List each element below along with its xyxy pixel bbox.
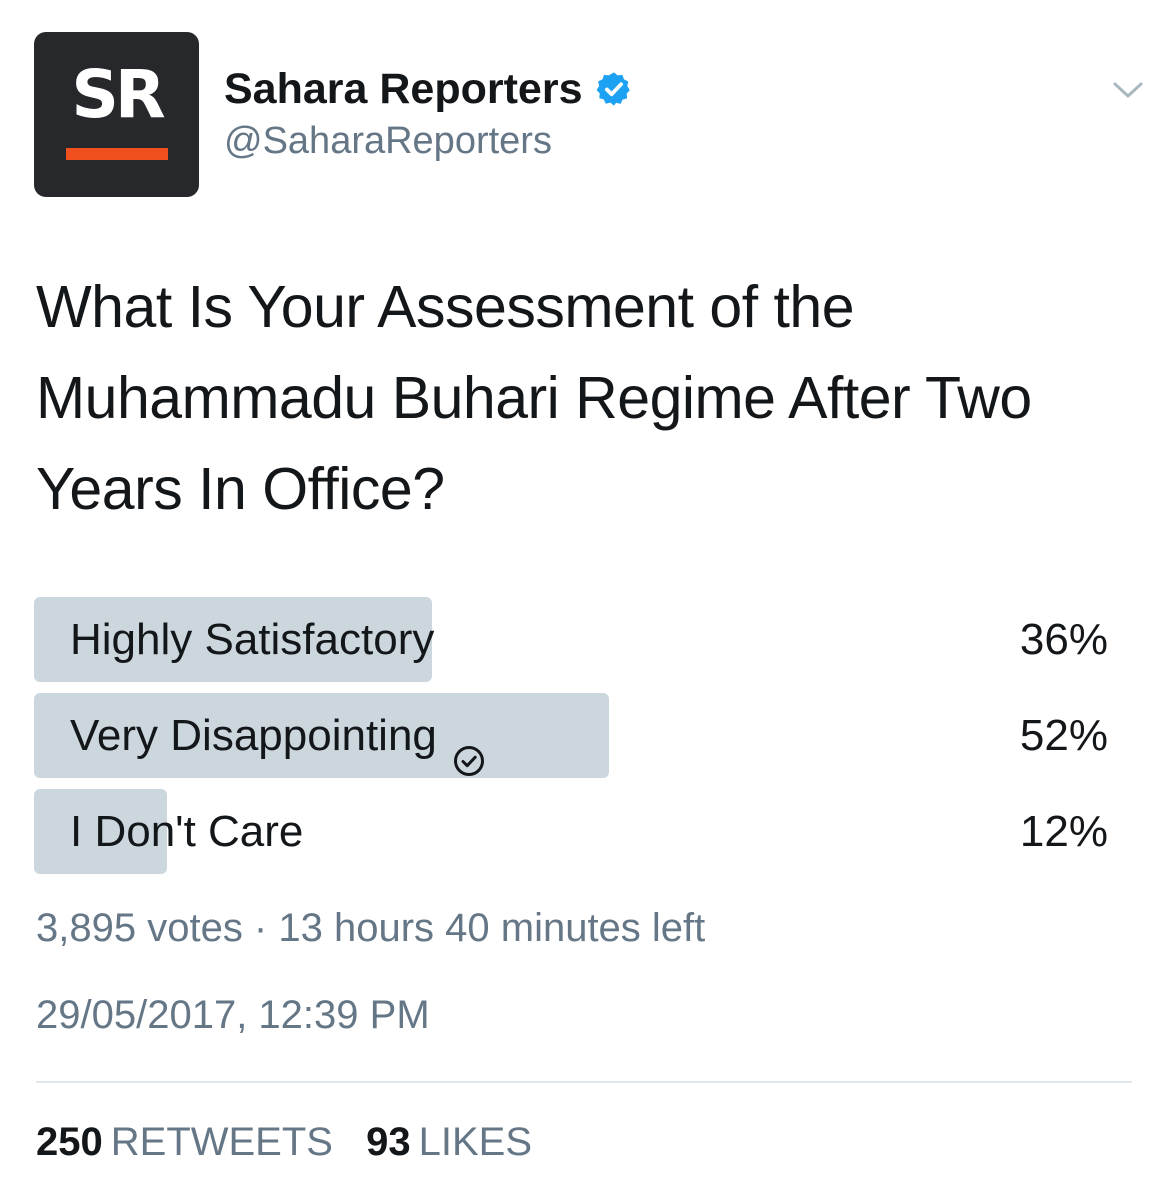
poll-option-text: Very Disappointing — [70, 711, 437, 760]
retweets-label: RETWEETS — [110, 1120, 333, 1164]
avatar-logo-bar — [66, 148, 168, 160]
poll-option-text: Highly Satisfactory — [70, 615, 435, 664]
display-name[interactable]: Sahara Reporters — [224, 67, 583, 111]
avatar-logo-text: SR — [71, 56, 165, 133]
poll-option-percent: 12% — [1019, 807, 1108, 856]
verified-badge-icon — [595, 70, 633, 108]
poll-meta: 3,895 votes · 13 hours 40 minutes left — [36, 906, 706, 950]
likes-stat[interactable]: 93 LIKES — [366, 1120, 532, 1164]
avatar[interactable]: SR — [34, 32, 199, 197]
user-handle[interactable]: @SaharaReporters — [224, 122, 552, 160]
likes-label: LIKES — [418, 1120, 533, 1164]
poll-option[interactable]: I Don't Care 12% — [34, 789, 1108, 874]
retweets-count: 250 — [36, 1120, 103, 1164]
tweet-stats: 250 RETWEETS 93 LIKES — [36, 1122, 532, 1162]
check-circle-icon — [453, 720, 485, 776]
name-row: Sahara Reporters — [224, 64, 633, 114]
poll-option-label: Very Disappointing — [70, 693, 485, 778]
poll-option-label: Highly Satisfactory — [70, 597, 434, 682]
poll-option[interactable]: Very Disappointing 52% — [34, 693, 1108, 778]
retweets-stat[interactable]: 250 RETWEETS — [36, 1120, 333, 1164]
poll-option-label: I Don't Care — [70, 789, 303, 874]
tweet-text: What Is Your Assessment of the Muhammadu… — [36, 274, 1032, 522]
poll: Highly Satisfactory 36% Very Disappointi… — [34, 597, 1108, 885]
poll-option-percent: 52% — [1019, 711, 1108, 760]
likes-count: 93 — [366, 1120, 411, 1164]
poll-option-percent: 36% — [1019, 615, 1108, 664]
chevron-down-icon[interactable] — [1112, 78, 1144, 102]
tweet-header: SR Sahara Reporters @SaharaReporters — [34, 32, 1144, 197]
poll-option[interactable]: Highly Satisfactory 36% — [34, 597, 1108, 682]
divider — [36, 1081, 1132, 1083]
poll-option-text: I Don't Care — [70, 807, 304, 856]
tweet-timestamp[interactable]: 29/05/2017, 12:39 PM — [36, 995, 430, 1035]
